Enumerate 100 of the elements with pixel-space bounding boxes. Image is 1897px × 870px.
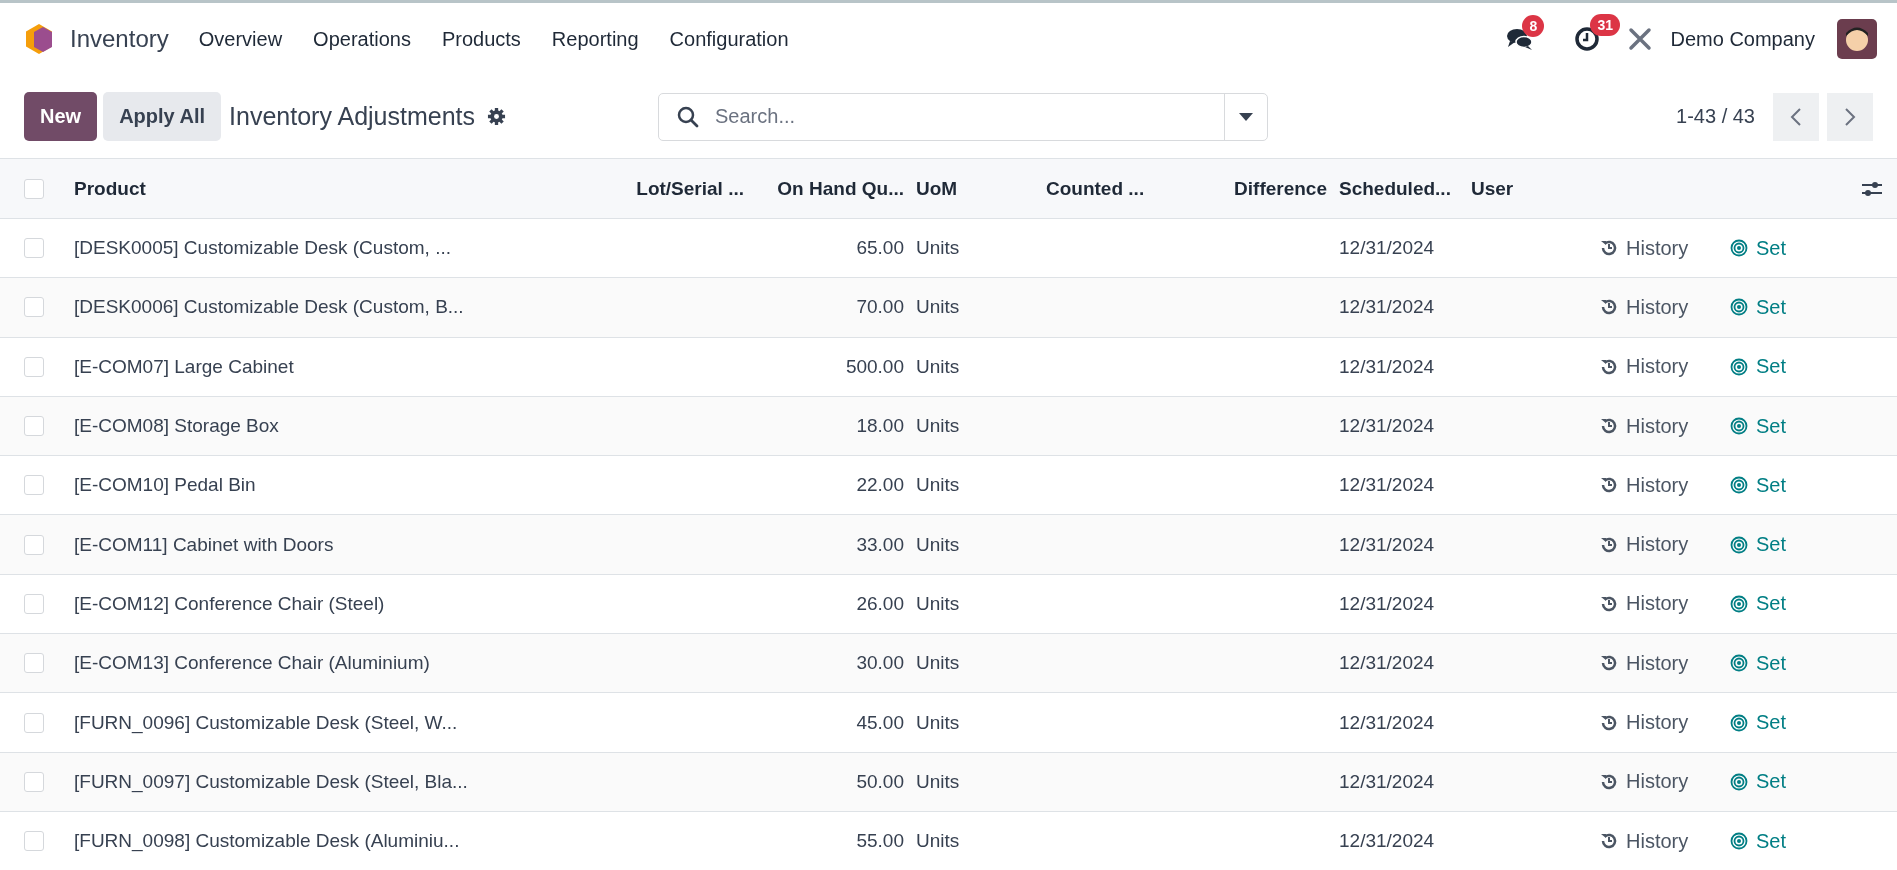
product-cell-text: [E-COM07] Large Cabinet <box>73 355 295 378</box>
search-bar[interactable]: Search... <box>658 92 1269 141</box>
uom-cell-text: Units <box>915 533 961 556</box>
row-checkbox[interactable] <box>24 712 44 733</box>
company-switcher[interactable]: Demo Company <box>1670 27 1815 51</box>
set-button[interactable]: Set <box>1730 473 1830 497</box>
history-button[interactable]: History <box>1600 829 1730 853</box>
column-header[interactable]: UoM <box>910 177 1040 200</box>
set-button[interactable]: Set <box>1730 414 1830 438</box>
history-button[interactable]: History <box>1600 236 1730 260</box>
history-icon <box>1600 357 1618 376</box>
user-avatar[interactable] <box>1837 19 1877 59</box>
history-button[interactable]: History <box>1600 473 1730 497</box>
app-logo-icon[interactable] <box>24 23 54 55</box>
set-button[interactable]: Set <box>1730 355 1830 379</box>
target-icon <box>1730 832 1748 851</box>
on-hand-cell-text: 30.00 <box>855 652 905 675</box>
target-icon <box>1730 713 1748 732</box>
scheduled-date-cell-text: 12/31/2024 <box>1338 830 1436 853</box>
history-icon <box>1600 654 1618 673</box>
menu-item[interactable]: Configuration <box>669 27 789 51</box>
scheduled-date-cell-text: 12/31/2024 <box>1338 533 1436 556</box>
on-hand-cell-text: 22.00 <box>855 474 905 497</box>
scheduled-date-cell-text: 12/31/2024 <box>1338 592 1436 615</box>
product-cell-text: [FURN_0098] Customizable Desk (Aluminiu... <box>73 830 461 853</box>
column-header[interactable]: Difference <box>1200 177 1333 200</box>
history-icon <box>1600 476 1618 495</box>
set-button[interactable]: Set <box>1730 295 1830 319</box>
app-name[interactable]: Inventory <box>70 25 169 53</box>
history-button[interactable]: History <box>1600 355 1730 379</box>
history-icon <box>1600 239 1618 258</box>
set-button[interactable]: Set <box>1730 236 1830 260</box>
uom-cell-text: Units <box>915 296 961 319</box>
apply-all-button[interactable]: Apply All <box>103 92 222 141</box>
product-cell-text: [E-COM11] Cabinet with Doors <box>73 533 335 556</box>
row-checkbox[interactable] <box>24 653 44 674</box>
select-all-checkbox[interactable] <box>24 178 44 199</box>
column-header[interactable]: Counted ... <box>1040 177 1200 200</box>
row-checkbox[interactable] <box>24 238 44 259</box>
history-button[interactable]: History <box>1600 770 1730 794</box>
row-checkbox[interactable] <box>24 771 44 792</box>
on-hand-cell-text: 65.00 <box>855 237 905 260</box>
history-button[interactable]: History <box>1600 533 1730 557</box>
set-button[interactable]: Set <box>1730 829 1830 853</box>
search-field[interactable]: Search... <box>713 104 1225 129</box>
row-checkbox[interactable] <box>24 831 44 852</box>
page-title: Inventory Adjustments <box>229 102 476 131</box>
row-checkbox[interactable] <box>24 475 44 496</box>
scheduled-date-cell-text: 12/31/2024 <box>1338 237 1436 260</box>
scheduled-date-cell-text: 12/31/2024 <box>1338 296 1436 319</box>
history-button[interactable]: History <box>1600 592 1730 616</box>
on-hand-cell-text: 55.00 <box>855 830 905 853</box>
menu-item[interactable]: Operations <box>313 27 411 51</box>
set-button[interactable]: Set <box>1730 533 1830 557</box>
history-icon <box>1600 772 1618 791</box>
row-checkbox[interactable] <box>24 356 44 377</box>
column-header[interactable]: Product <box>68 177 626 200</box>
row-checkbox[interactable] <box>24 593 44 614</box>
column-header[interactable]: User <box>1465 177 1600 200</box>
target-icon <box>1730 357 1748 376</box>
set-button[interactable]: Set <box>1730 651 1830 675</box>
scheduled-date-cell-text: 12/31/2024 <box>1338 474 1436 497</box>
row-checkbox[interactable] <box>24 297 44 318</box>
menu-item[interactable]: Products <box>441 27 521 51</box>
history-button[interactable]: History <box>1600 295 1730 319</box>
uom-cell-text: Units <box>915 652 961 675</box>
on-hand-cell-text: 45.00 <box>855 711 905 734</box>
set-button[interactable]: Set <box>1730 770 1830 794</box>
chevron-right-icon <box>1844 106 1856 127</box>
settings-icon[interactable] <box>487 107 507 126</box>
history-icon <box>1600 713 1618 732</box>
set-button[interactable]: Set <box>1730 711 1830 734</box>
product-cell-text: [E-COM13] Conference Chair (Aluminium) <box>73 652 431 675</box>
uom-cell-text: Units <box>915 474 961 497</box>
menu-item[interactable]: Overview <box>198 27 283 51</box>
set-button[interactable]: Set <box>1730 592 1830 616</box>
history-button[interactable]: History <box>1600 414 1730 438</box>
target-icon <box>1730 417 1748 436</box>
next-page-button[interactable] <box>1827 92 1873 141</box>
row-checkbox[interactable] <box>24 416 44 437</box>
history-button[interactable]: History <box>1600 651 1730 675</box>
caret-icon <box>1239 112 1254 121</box>
target-icon <box>1730 476 1748 495</box>
product-cell-text: [DESK0006] Customizable Desk (Custom, B... <box>73 296 465 319</box>
uom-cell-text: Units <box>915 415 961 438</box>
target-icon <box>1730 772 1748 791</box>
new-button[interactable]: New <box>24 92 98 141</box>
history-button[interactable]: History <box>1600 711 1730 734</box>
on-hand-cell-text: 18.00 <box>855 415 905 438</box>
column-header[interactable]: On Hand Qu... <box>750 177 910 200</box>
column-header[interactable]: Scheduled... <box>1333 177 1465 200</box>
uom-cell-text: Units <box>915 711 961 734</box>
scheduled-date-cell-text: 12/31/2024 <box>1338 415 1436 438</box>
product-cell-text: [E-COM12] Conference Chair (Steel) <box>73 592 386 615</box>
column-header[interactable]: Lot/Serial ... <box>626 177 750 200</box>
previous-page-button[interactable] <box>1773 92 1819 141</box>
menu-item[interactable]: Reporting <box>551 27 639 51</box>
pager-value[interactable]: 1-43 / 43 <box>1676 105 1755 128</box>
row-checkbox[interactable] <box>24 534 44 555</box>
scheduled-date-cell-text: 12/31/2024 <box>1338 770 1436 793</box>
